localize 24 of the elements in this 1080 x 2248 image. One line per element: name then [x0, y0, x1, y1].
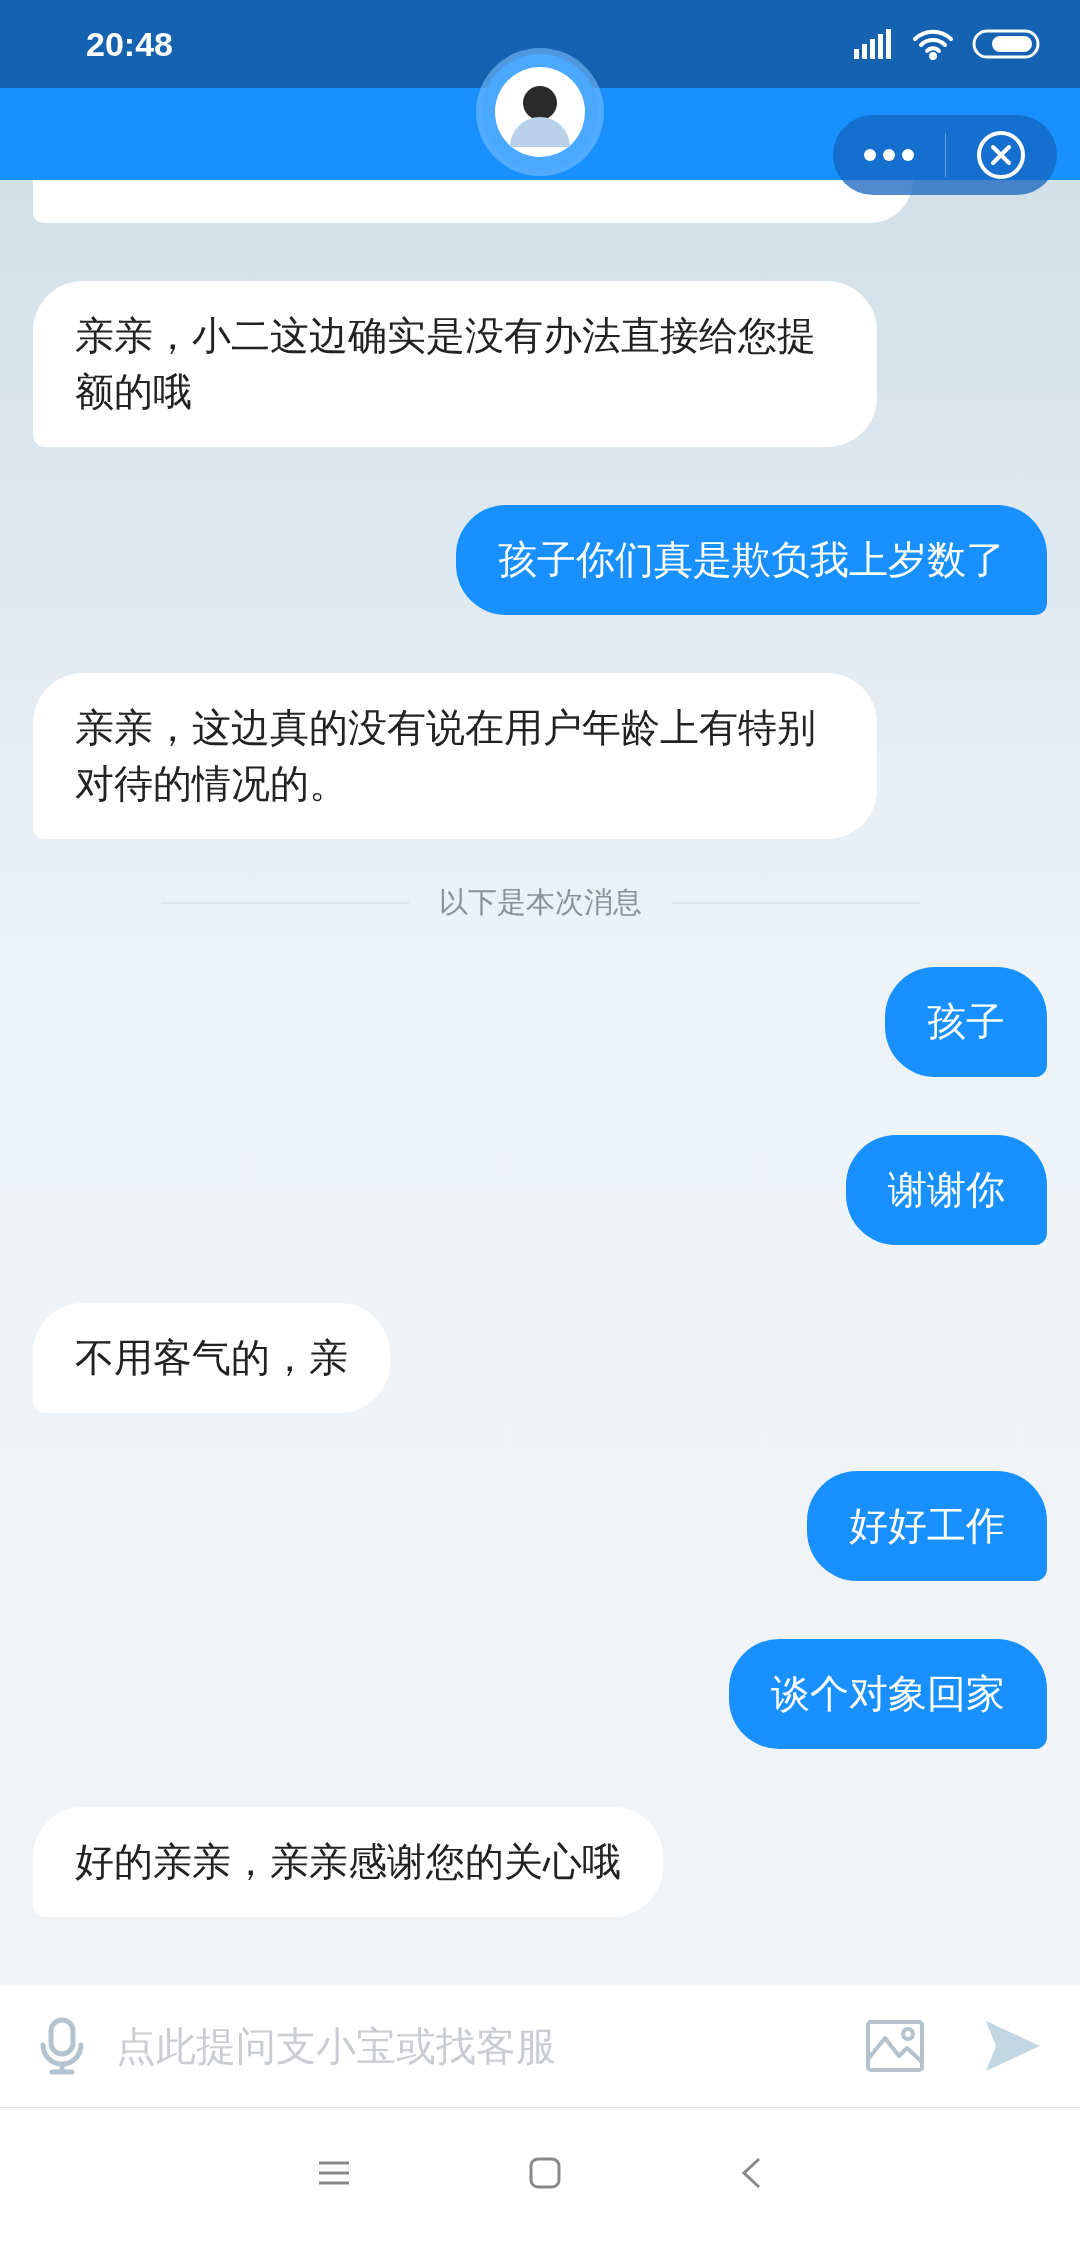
- message-bubble: 不用客气的，亲: [33, 1303, 390, 1413]
- wifi-icon: [912, 28, 954, 60]
- image-icon[interactable]: [866, 2020, 924, 2072]
- menu-icon: [319, 2161, 349, 2185]
- divider-label: 以下是本次消息: [438, 884, 642, 921]
- close-icon: [976, 130, 1027, 180]
- home-icon: [529, 2157, 561, 2189]
- home-button[interactable]: [529, 2157, 561, 2189]
- status-time: 20:48: [86, 24, 173, 64]
- message-bubble: 孩子: [885, 967, 1047, 1077]
- message-bubble: 谈个对象回家: [729, 1639, 1047, 1749]
- message-bubble: 亲亲，小二这边确实是没有办法直接给您提额的哦: [33, 281, 877, 447]
- message-bubble: 谢谢你: [846, 1135, 1047, 1245]
- menu-button[interactable]: [319, 2161, 349, 2185]
- message-bubble: 好的亲亲，亲亲感谢您的关心哦: [33, 1807, 663, 1917]
- battery-icon: [972, 29, 1040, 59]
- back-icon: [741, 2157, 761, 2189]
- message-bubble: 好好工作: [807, 1471, 1047, 1581]
- microphone-icon[interactable]: [40, 2017, 84, 2075]
- message-bubble: 孩子你们真是欺负我上岁数了: [456, 505, 1047, 615]
- back-button[interactable]: [741, 2157, 761, 2189]
- more-icon: [862, 148, 915, 162]
- message-bubble: 亲亲，这边真的没有说在用户年龄上有特别对待的情况的。: [33, 673, 877, 839]
- signal-icon: [854, 29, 894, 59]
